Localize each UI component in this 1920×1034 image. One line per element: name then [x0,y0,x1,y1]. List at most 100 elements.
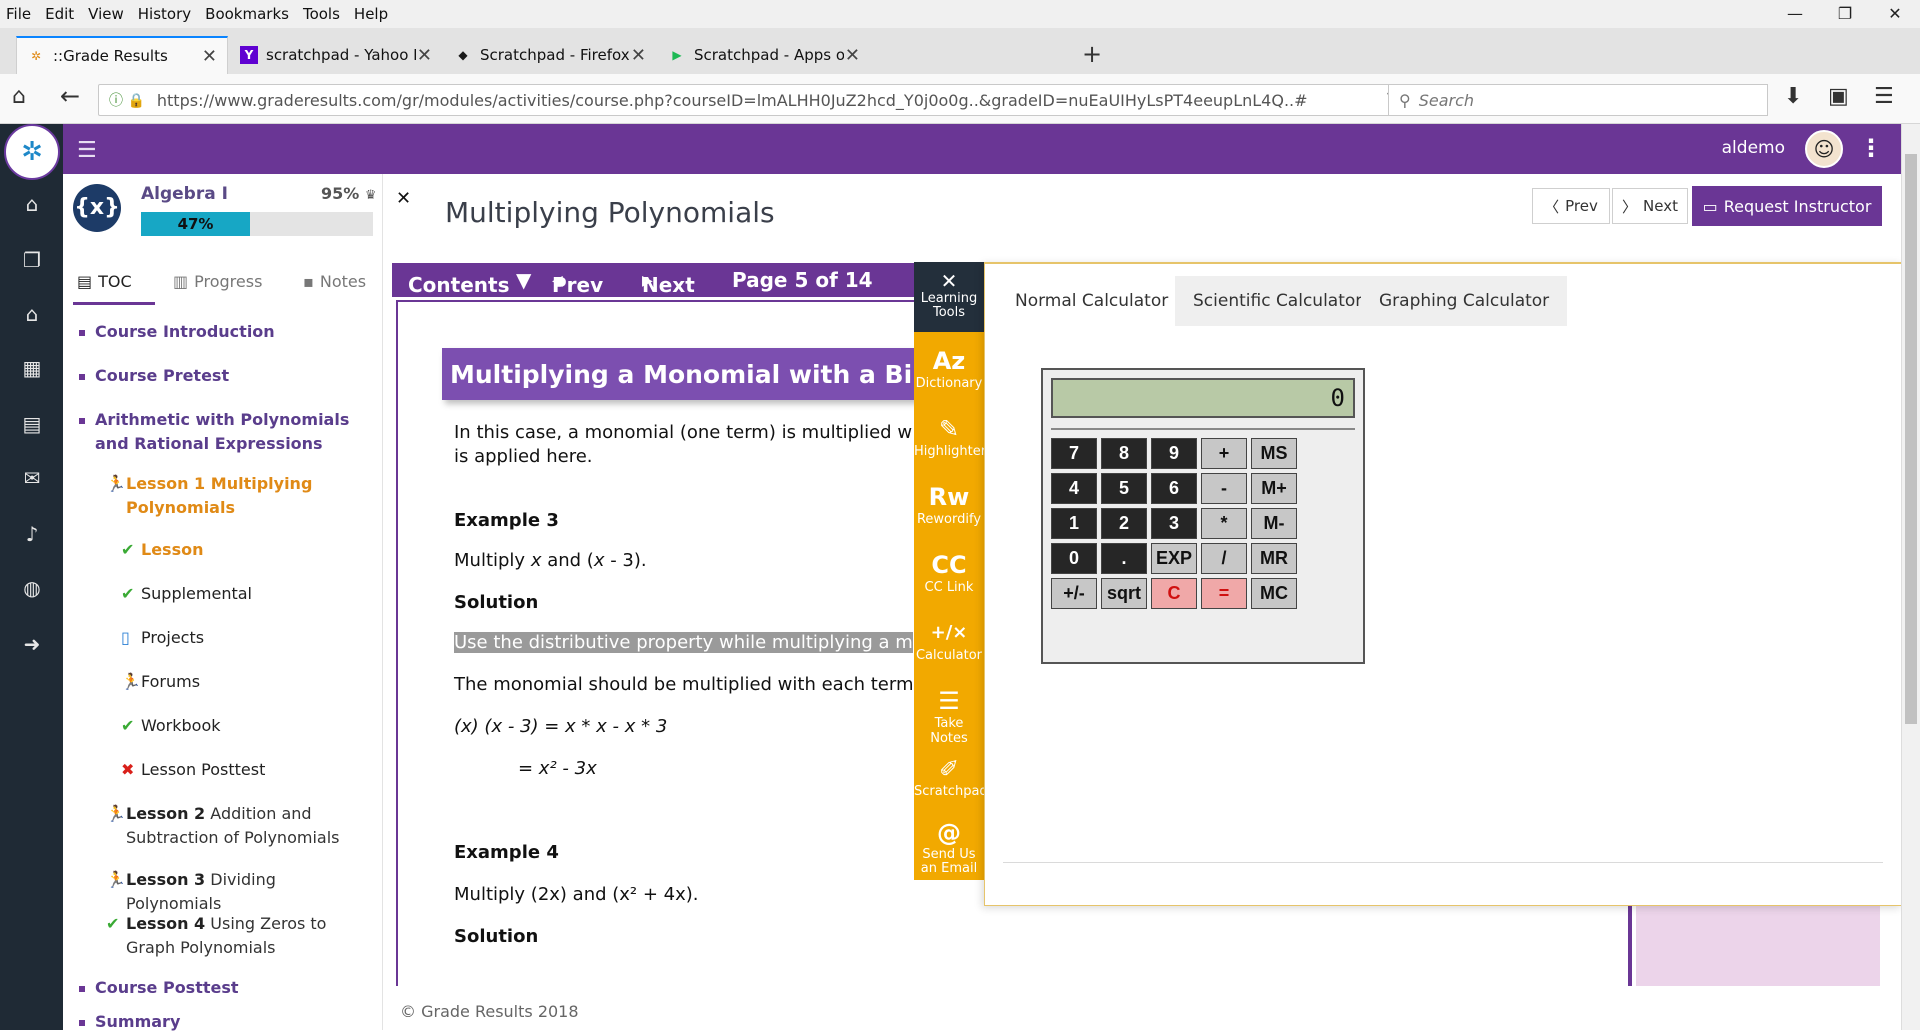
calc-key-minus[interactable]: - [1201,473,1247,504]
tab-notes[interactable]: ▪ Notes [303,272,366,291]
toc-sub-lesson[interactable]: ✔ Lesson [121,538,371,562]
toc-sub-projects[interactable]: ▯ Projects [121,626,371,650]
menu-file[interactable]: File [6,5,31,23]
graderesults-logo[interactable]: ✲ [4,124,60,180]
home-icon[interactable]: ⌂ [12,84,26,109]
calc-key-divide[interactable]: / [1201,543,1247,574]
calc-key-decimal[interactable]: . [1101,543,1147,574]
site-info-icon[interactable]: ⓘ 🔒 [109,90,145,110]
url-bar[interactable]: ⓘ 🔒 https://www.graderesults.com/gr/modu… [98,84,1410,116]
files-icon[interactable]: ❐ [20,248,44,272]
calc-key-8[interactable]: 8 [1101,438,1147,469]
calc-key-sign[interactable]: +/- [1051,578,1097,609]
next-button[interactable]: 〉 Next [1612,188,1688,224]
globe-icon[interactable]: ◍ [20,576,44,600]
more-options-icon[interactable]: ⋮ [1859,134,1883,162]
tab-graphing-calculator[interactable]: Graphing Calculator [1361,276,1568,326]
browser-menu-icon[interactable]: ☰ [1874,84,1894,109]
hamburger-icon[interactable]: ☰ [77,138,97,163]
calc-key-0[interactable]: 0 [1051,543,1097,574]
toc-summary[interactable]: Summary [95,1010,375,1034]
calc-key-equals[interactable]: = [1201,578,1247,609]
calc-key-sqrt[interactable]: sqrt [1101,578,1147,609]
menu-edit[interactable]: Edit [45,5,74,23]
toc-course-posttest[interactable]: Course Posttest [95,976,375,1000]
toc-sub-lesson-posttest[interactable]: ✖ Lesson Posttest [121,758,371,782]
document-icon[interactable]: ▤ [20,412,44,436]
restore-icon[interactable]: ❐ [1820,0,1870,28]
tool-cc-link[interactable]: CC CC Link [914,550,984,595]
logout-icon[interactable]: ➜ [20,632,44,656]
calc-key-mc[interactable]: MC [1251,578,1297,609]
calendar-icon[interactable]: ▦ [20,356,44,380]
tool-send-email[interactable]: @ Send Us an Email [914,818,984,876]
avatar[interactable]: ☺ [1805,130,1843,168]
browser-tab-grade-results[interactable]: ✲ ::Grade Results ✕ [16,36,228,74]
tool-calculator[interactable]: +/× Calculator [914,618,984,663]
page-scrollbar[interactable] [1901,124,1920,1030]
toc-course-pretest[interactable]: Course Pretest [95,364,375,388]
tab-progress[interactable]: ▥ Progress [173,272,262,291]
calc-key-6[interactable]: 6 [1151,473,1197,504]
calc-key-4[interactable]: 4 [1051,473,1097,504]
scrollbar-thumb[interactable] [1905,154,1917,724]
new-tab-icon[interactable]: + [1082,40,1102,68]
tool-take-notes[interactable]: ☰ Take Notes [914,686,984,746]
menu-bookmarks[interactable]: Bookmarks [205,5,289,23]
browser-tab-yahoo[interactable]: Y scratchpad - Yahoo India ... ✕ [230,36,442,74]
toc-lesson-3[interactable]: 🏃 Lesson 3 Dividing Polynomials [106,868,376,916]
sidebar-toggle-icon[interactable]: ▣ [1828,84,1849,109]
browser-tab-firefox-dev[interactable]: ◆ Scratchpad - Firefox Deve... ✕ [444,36,656,74]
calc-key-ms[interactable]: MS [1251,438,1297,469]
back-icon[interactable]: ← [60,82,80,110]
bell-icon[interactable]: ♪ [20,522,44,546]
close-window-icon[interactable]: ✕ [1870,0,1920,28]
close-icon[interactable]: ✕ [914,270,984,292]
calc-key-mr[interactable]: MR [1251,543,1297,574]
download-icon[interactable]: ⬇ [1784,84,1802,109]
close-tab-icon[interactable]: ✕ [202,46,217,67]
tool-highlighter[interactable]: ✎ Highlighter [914,414,986,459]
tab-normal-calculator[interactable]: Normal Calculator [997,276,1186,326]
toc-unit-arithmetic-polynomials[interactable]: Arithmetic with Polynomials and Rational… [95,408,375,456]
close-tab-icon[interactable]: ✕ [417,45,432,66]
calc-key-3[interactable]: 3 [1151,508,1197,539]
request-instructor-button[interactable]: ▭ Request Instructor [1692,186,1882,226]
toc-sub-workbook[interactable]: ✔ Workbook [121,714,371,738]
tool-dictionary[interactable]: Az Dictionary [914,346,984,391]
tab-toc[interactable]: ▤ TOC [77,272,132,291]
calc-key-multiply[interactable]: * [1201,508,1247,539]
toc-lesson-2[interactable]: 🏃 Lesson 2 Addition and Subtraction of P… [106,802,366,850]
minimize-icon[interactable]: — [1770,0,1820,28]
mail-icon[interactable]: ✉ [20,466,44,490]
chevron-down-icon[interactable]: ▼ [516,268,531,292]
toc-sub-supplemental[interactable]: ✔ Supplemental [121,582,371,606]
calc-key-7[interactable]: 7 [1051,438,1097,469]
toc-lesson-1[interactable]: 🏃 Lesson 1 Multiplying Polynomials [106,472,366,520]
calc-key-m+[interactable]: M+ [1251,473,1297,504]
menu-history[interactable]: History [138,5,191,23]
menu-tools[interactable]: Tools [303,5,340,23]
menu-help[interactable]: Help [354,5,388,23]
calc-key-5[interactable]: 5 [1101,473,1147,504]
toc-lesson-4[interactable]: ✔ Lesson 4 Using Zeros to Graph Polynomi… [106,912,366,960]
close-tab-icon[interactable]: ✕ [845,45,860,66]
calc-key-plus[interactable]: + [1201,438,1247,469]
institution-icon[interactable]: ⌂ [20,302,44,326]
prev-button[interactable]: 〈 Prev [1532,188,1610,224]
calc-key-clear[interactable]: C [1151,578,1197,609]
calc-key-exp[interactable]: EXP [1151,543,1197,574]
menu-view[interactable]: View [88,5,124,23]
close-tab-icon[interactable]: ✕ [631,45,646,66]
learning-tools-header[interactable]: ✕ Learning Tools [914,262,984,332]
calc-key-2[interactable]: 2 [1101,508,1147,539]
toc-sub-forums[interactable]: 🏃 Forums [121,670,371,694]
calc-key-m-[interactable]: M- [1251,508,1297,539]
username[interactable]: aldemo [1722,138,1785,158]
home-icon[interactable]: ⌂ [20,192,44,216]
tool-rewordify[interactable]: Rw Rewordify [914,482,984,527]
toc-course-introduction[interactable]: Course Introduction [95,320,375,344]
close-sidebar-icon[interactable]: ✕ [396,188,411,209]
browser-tab-google-play[interactable]: ▶ Scratchpad - Apps on Go... ✕ [658,36,870,74]
calc-key-1[interactable]: 1 [1051,508,1097,539]
